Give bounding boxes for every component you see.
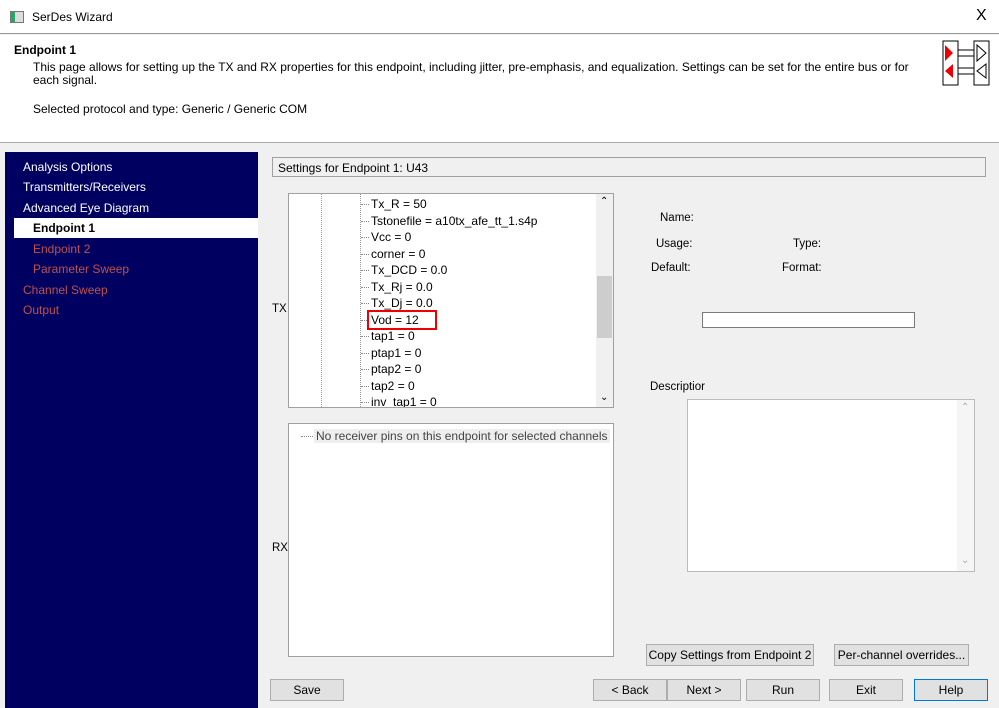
app-icon bbox=[10, 11, 24, 23]
tx-tree-item[interactable]: Tx_R = 50 bbox=[361, 196, 427, 212]
save-button[interactable]: Save bbox=[270, 679, 344, 701]
settings-title-box: Settings for Endpoint 1: U43 bbox=[272, 157, 986, 177]
sidebar-item-endpoint-1[interactable]: Endpoint 1 bbox=[14, 218, 258, 238]
type-label: Type: bbox=[793, 238, 822, 250]
protocol-text: Selected protocol and type: Generic / Ge… bbox=[33, 102, 308, 116]
sidebar-item-transmitters-receivers[interactable]: Transmitters/Receivers bbox=[5, 177, 258, 197]
tx-tree-item[interactable]: Tstonefile = a10tx_afe_tt_1.s4p bbox=[360, 213, 537, 229]
sidebar-item-parameter-sweep[interactable]: Parameter Sweep bbox=[5, 259, 258, 279]
description-textarea[interactable]: ⌃ ⌄ bbox=[687, 399, 975, 572]
sidebar-item-advanced-eye-diagram[interactable]: Advanced Eye Diagram bbox=[5, 198, 258, 218]
back-button[interactable]: < Back bbox=[593, 679, 667, 701]
rx-label: RX bbox=[272, 542, 288, 554]
sidebar-item-analysis-options[interactable]: Analysis Options bbox=[5, 157, 258, 177]
tx-tree-item[interactable]: tap2 = 0 bbox=[361, 378, 415, 394]
default-label: Default: bbox=[651, 262, 691, 274]
close-button[interactable]: X bbox=[976, 7, 987, 25]
run-button[interactable]: Run bbox=[746, 679, 820, 701]
tx-tree-item[interactable]: ptap1 = 0 bbox=[360, 345, 421, 361]
page-description: This page allows for setting up the TX a… bbox=[33, 60, 909, 87]
scroll-down-icon[interactable]: ⌄ bbox=[600, 392, 608, 403]
title-bar: SerDes Wizard X bbox=[0, 0, 999, 34]
tx-tree-item[interactable]: tap1 = 0 bbox=[361, 328, 415, 344]
per-channel-overrides-button[interactable]: Per-channel overrides... bbox=[834, 644, 969, 666]
scroll-thumb[interactable] bbox=[597, 276, 612, 338]
value-input[interactable] bbox=[702, 312, 915, 328]
vod-highlight bbox=[367, 310, 437, 330]
name-label: Name: bbox=[660, 212, 694, 224]
sidebar-item-endpoint-2[interactable]: Endpoint 2 bbox=[5, 239, 258, 259]
tx-tree-item[interactable]: ptap2 = 0 bbox=[360, 361, 421, 377]
rx-tree[interactable]: No receiver pins on this endpoint for se… bbox=[288, 423, 614, 657]
tx-label: TX bbox=[272, 303, 287, 315]
endpoint-icon bbox=[942, 40, 990, 86]
tx-tree-item[interactable]: Tx_Rj = 0.0 bbox=[361, 279, 433, 295]
description-label: Descriptior bbox=[650, 381, 705, 393]
tx-scrollbar[interactable]: ⌃ ⌄ bbox=[596, 194, 613, 407]
rx-message: No receiver pins on this endpoint for se… bbox=[314, 429, 610, 443]
window-title: SerDes Wizard bbox=[32, 10, 113, 24]
tx-tree-item[interactable]: corner = 0 bbox=[360, 246, 425, 262]
tx-tree-item[interactable]: Vcc = 0 bbox=[360, 229, 411, 245]
tx-tree-item[interactable]: Tx_Dj = 0.0 bbox=[361, 295, 433, 311]
usage-label: Usage: bbox=[656, 238, 693, 250]
copy-settings-button[interactable]: Copy Settings from Endpoint 2 bbox=[646, 644, 814, 666]
help-button[interactable]: Help bbox=[914, 679, 988, 701]
tx-tree-item[interactable]: inv_tap1 = 0 bbox=[361, 394, 437, 407]
sidebar-item-channel-sweep[interactable]: Channel Sweep bbox=[5, 280, 258, 300]
settings-title: Settings for Endpoint 1: U43 bbox=[278, 161, 429, 175]
format-label: Format: bbox=[782, 262, 822, 274]
tx-tree[interactable]: Tx_R = 50 Tstonefile = a10tx_afe_tt_1.s4p… bbox=[288, 193, 614, 408]
tx-tree-item[interactable]: Tx_DCD = 0.0 bbox=[360, 262, 447, 278]
page-title: Endpoint 1 bbox=[14, 43, 76, 57]
scroll-up-icon[interactable]: ⌃ bbox=[600, 196, 608, 207]
page-header: Endpoint 1 This page allows for setting … bbox=[0, 35, 999, 143]
sidebar: Analysis Options Transmitters/Receivers … bbox=[5, 152, 258, 708]
sidebar-item-output[interactable]: Output bbox=[5, 300, 258, 320]
next-button[interactable]: Next > bbox=[667, 679, 741, 701]
exit-button[interactable]: Exit bbox=[829, 679, 903, 701]
